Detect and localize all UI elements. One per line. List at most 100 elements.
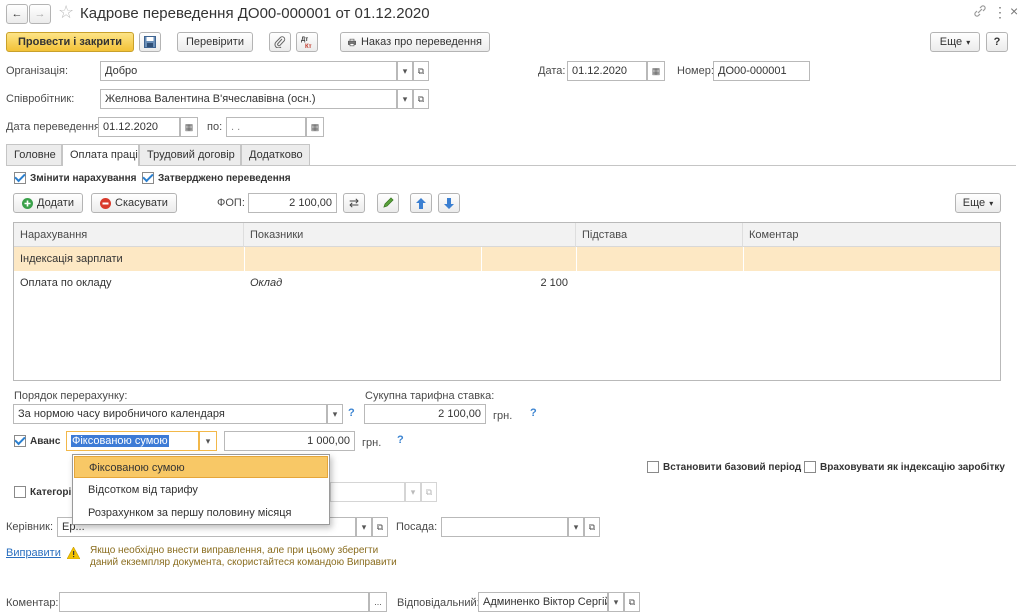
category-checkbox[interactable] bbox=[14, 486, 26, 498]
close-icon[interactable]: × bbox=[1010, 3, 1018, 19]
chevron-down-icon: ▾ bbox=[402, 65, 408, 76]
employee-open-button[interactable]: ⧉ bbox=[413, 89, 429, 109]
transfer-date-field[interactable]: 01.12.2020 bbox=[98, 117, 180, 137]
advance-mode-field[interactable]: Фіксованою сумою bbox=[66, 431, 199, 451]
position-dropdown-button[interactable]: ▾ bbox=[568, 517, 584, 537]
refresh-button[interactable]: ⇄ bbox=[343, 193, 365, 213]
tab-additional[interactable]: Додатково bbox=[241, 144, 310, 165]
org-field[interactable]: Добро bbox=[100, 61, 397, 81]
to-label: по: bbox=[207, 121, 223, 133]
date-field[interactable]: 01.12.2020 bbox=[567, 61, 647, 81]
accruals-table[interactable]: Нарахування Показники Підстава Коментар … bbox=[13, 222, 1001, 381]
recalc-order-hint-icon[interactable]: ? bbox=[348, 407, 355, 419]
link-icon[interactable] bbox=[974, 4, 986, 18]
favorite-star-icon[interactable]: ☆ bbox=[58, 2, 74, 23]
number-field[interactable]: ДО00-000001 bbox=[713, 61, 810, 81]
chevron-down-icon: ▾ bbox=[613, 596, 619, 607]
recalc-order-field[interactable]: За нормою часу виробничого календаря bbox=[13, 404, 327, 424]
position-field[interactable] bbox=[441, 517, 568, 537]
menu-item-fixed-sum[interactable]: Фіксованою сумою bbox=[74, 456, 328, 478]
org-open-button[interactable]: ⧉ bbox=[413, 61, 429, 81]
total-rate-currency: грн. bbox=[493, 410, 513, 422]
chevron-down-icon: ▾ bbox=[402, 93, 408, 104]
base-period-checkbox[interactable] bbox=[647, 461, 659, 473]
add-button[interactable]: Додати bbox=[13, 193, 83, 213]
column-header-basis[interactable]: Підстава bbox=[576, 223, 743, 247]
category-dropdown-button[interactable]: ▾ bbox=[405, 482, 421, 502]
more-vertical-icon[interactable]: ⋮ bbox=[993, 4, 1007, 21]
move-down-button[interactable] bbox=[438, 193, 460, 213]
tab-labor-contract[interactable]: Трудовий договір bbox=[139, 144, 241, 165]
total-rate-hint-icon[interactable]: ? bbox=[530, 407, 537, 419]
advance-amount-field[interactable]: 1 000,00 bbox=[224, 431, 355, 451]
org-dropdown-button[interactable]: ▾ bbox=[397, 61, 413, 81]
fop-field[interactable]: 2 100,00 bbox=[248, 193, 337, 213]
advance-mode-value: Фіксованою сумою bbox=[71, 435, 169, 447]
advance-hint-icon[interactable]: ? bbox=[397, 434, 404, 446]
chevron-down-icon: ▾ bbox=[966, 37, 971, 47]
employee-field[interactable]: Желнова Валентина В'ячеславівна (осн.) bbox=[100, 89, 397, 109]
open-form-icon: ⧉ bbox=[425, 486, 433, 497]
open-form-icon: ⧉ bbox=[376, 521, 384, 532]
grid-more-button[interactable]: Еще ▾ bbox=[955, 193, 1001, 213]
change-accruals-checkbox[interactable] bbox=[14, 172, 26, 184]
save-button[interactable] bbox=[139, 32, 161, 52]
advance-mode-dropdown-menu[interactable]: Фіксованою сумою Відсотком від тарифу Ро… bbox=[72, 454, 330, 525]
open-form-icon: ⧉ bbox=[417, 93, 425, 104]
employee-dropdown-button[interactable]: ▾ bbox=[397, 89, 413, 109]
back-button[interactable]: ← bbox=[6, 4, 28, 24]
total-rate-field[interactable]: 2 100,00 bbox=[364, 404, 486, 424]
advance-mode-dropdown-button[interactable]: ▾ bbox=[199, 431, 217, 451]
more-button[interactable]: Еще ▾ bbox=[930, 32, 980, 52]
position-open-button[interactable]: ⧉ bbox=[584, 517, 600, 537]
paperclip-icon bbox=[274, 36, 286, 48]
responsible-open-button[interactable]: ⧉ bbox=[624, 592, 640, 612]
table-cell-indicator-value[interactable]: 2 100 bbox=[444, 271, 576, 295]
column-header-indicators[interactable]: Показники bbox=[244, 223, 576, 247]
tab-payment[interactable]: Оплата праці bbox=[62, 144, 139, 166]
menu-item-percent-of-tariff[interactable]: Відсотком від тарифу bbox=[74, 479, 328, 501]
order-print-button[interactable]: Наказ про переведення bbox=[340, 32, 490, 52]
open-form-icon: ⧉ bbox=[588, 521, 596, 532]
table-cell-accrual[interactable]: Індексація зарплати bbox=[14, 247, 244, 271]
category-field[interactable] bbox=[330, 482, 405, 502]
date-calendar-button[interactable]: ▦ bbox=[647, 61, 665, 81]
attach-button[interactable] bbox=[269, 32, 291, 52]
category-open-button[interactable]: ⧉ bbox=[421, 482, 437, 502]
check-button[interactable]: Перевірити bbox=[177, 32, 253, 52]
edit-button[interactable] bbox=[377, 193, 399, 213]
debit-credit-button[interactable]: Дт Кт bbox=[296, 32, 318, 52]
transfer-to-field[interactable]: . . bbox=[226, 117, 306, 137]
tab-main[interactable]: Головне bbox=[6, 144, 62, 165]
responsible-field[interactable]: Админенко Віктор Сергійо bbox=[478, 592, 608, 612]
menu-item-first-half-month[interactable]: Розрахунком за першу половину місяця bbox=[74, 502, 328, 524]
help-button[interactable]: ? bbox=[986, 32, 1008, 52]
pencil-icon bbox=[383, 197, 394, 208]
advance-label: Аванс bbox=[30, 436, 61, 447]
move-up-button[interactable] bbox=[410, 193, 432, 213]
table-cell-indicator[interactable]: Оклад bbox=[244, 271, 444, 295]
transfer-to-calendar-button[interactable]: ▦ bbox=[306, 117, 324, 137]
column-header-accrual[interactable]: Нарахування bbox=[14, 223, 244, 247]
transfer-date-calendar-button[interactable]: ▦ bbox=[180, 117, 198, 137]
comment-expand-button[interactable]: ... bbox=[369, 592, 387, 612]
fop-label: ФОП: bbox=[217, 197, 245, 209]
forward-button[interactable]: → bbox=[29, 4, 51, 24]
responsible-dropdown-button[interactable]: ▾ bbox=[608, 592, 624, 612]
advance-checkbox[interactable] bbox=[14, 435, 26, 447]
correction-message-line1: Якщо необхідно внести виправлення, але п… bbox=[90, 545, 379, 556]
manager-open-button[interactable]: ⧉ bbox=[372, 517, 388, 537]
table-cell-accrual[interactable]: Оплата по окладу bbox=[14, 271, 244, 295]
correction-link[interactable]: Виправити bbox=[6, 547, 61, 559]
column-header-comment[interactable]: Коментар bbox=[743, 223, 1000, 247]
manager-dropdown-button[interactable]: ▾ bbox=[356, 517, 372, 537]
post-and-close-button[interactable]: Провести і закрити bbox=[6, 32, 134, 52]
chevron-down-icon: ▾ bbox=[205, 435, 211, 446]
recalc-order-dropdown-button[interactable]: ▾ bbox=[327, 404, 343, 424]
indexation-checkbox[interactable] bbox=[804, 461, 816, 473]
comment-field[interactable] bbox=[59, 592, 369, 612]
approved-checkbox[interactable] bbox=[142, 172, 154, 184]
page-title: Кадрове переведення ДО00-000001 от 01.12… bbox=[80, 5, 430, 22]
cancel-button[interactable]: Скасувати bbox=[91, 193, 177, 213]
org-label: Організація: bbox=[6, 65, 68, 77]
